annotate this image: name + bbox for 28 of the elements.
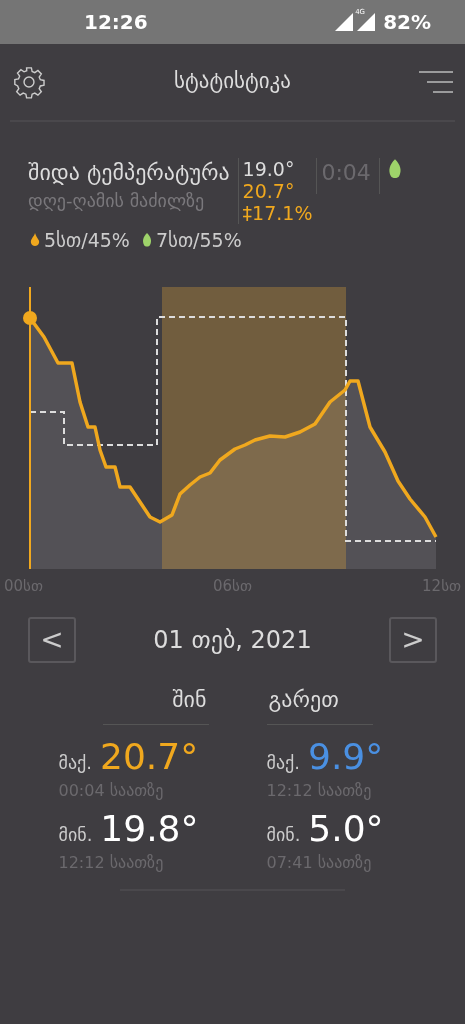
max-temperature: 20.7° <box>100 735 199 779</box>
temperature-reading: ‡17.1% <box>242 202 313 224</box>
temperature-reading: 20.7° <box>242 180 296 202</box>
min-label: მინ. <box>58 823 93 847</box>
max-temperature: 9.9° <box>308 735 384 779</box>
date-label: 01 თებ, 2021 <box>153 625 312 656</box>
battery-level: 82% <box>383 9 431 36</box>
previous-day-button[interactable]: < <box>28 617 76 663</box>
settings-icon[interactable] <box>12 65 46 99</box>
heating-share: 5სთ/45% <box>44 228 130 253</box>
summary-subtitle: დღე-ღამის მაძილზე <box>28 189 206 213</box>
signal-icon <box>335 13 354 31</box>
temperature-reading: 19.0° <box>242 158 296 180</box>
summary-title: შიდა ტემპერატურა <box>28 159 230 187</box>
min-label: მინ. <box>266 823 301 847</box>
signal-icon <box>357 13 376 31</box>
max-label: მაქ. <box>266 751 300 775</box>
menu-icon[interactable] <box>419 71 453 93</box>
start-point <box>23 310 37 325</box>
eco-share: 7სთ/55% <box>155 228 242 253</box>
min-temperature: 19.8° <box>100 807 199 851</box>
next-day-button[interactable]: > <box>389 617 437 663</box>
column-heading: შინ <box>172 686 207 714</box>
column-heading: გარეთ <box>268 686 339 714</box>
status-time: 12:26 <box>84 9 148 36</box>
min-temperature: 5.0° <box>308 807 384 851</box>
max-label: მაქ. <box>58 751 92 775</box>
screen-title: სტატისტიკა <box>174 68 291 96</box>
